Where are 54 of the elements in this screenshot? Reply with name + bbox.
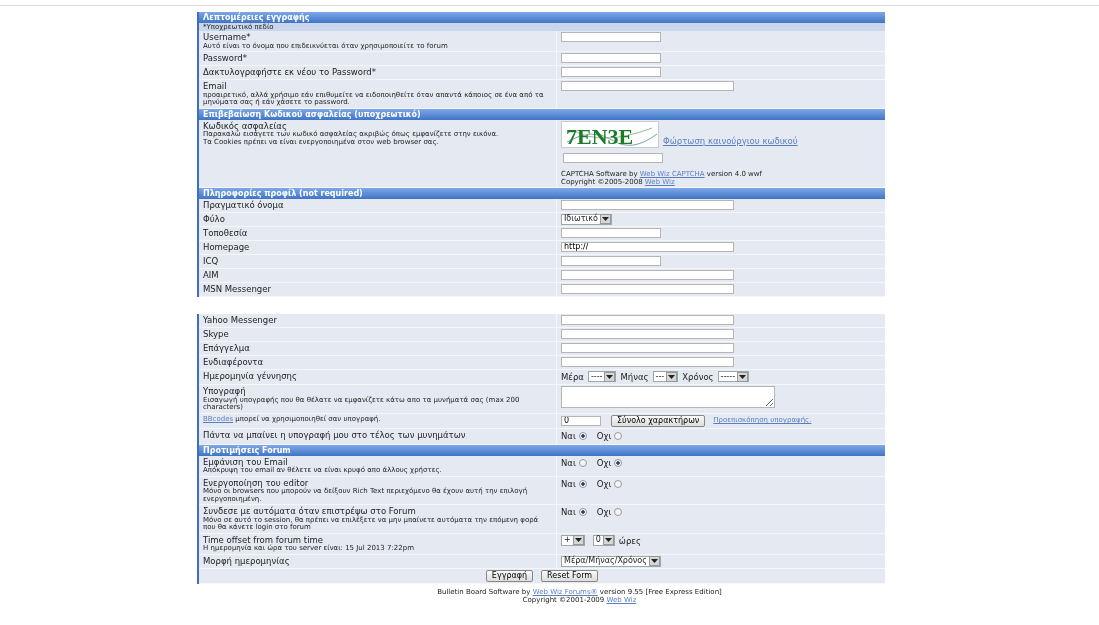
field-label: Πάντα να μπαίνει η υπογραφή μου στο τέλος των μυνημάτων bbox=[203, 429, 467, 441]
date-label: Μέρα bbox=[561, 370, 584, 384]
field-label: AIM bbox=[203, 269, 220, 280]
field-label: Υπογραφή bbox=[203, 386, 246, 397]
field-label: MSN Messenger bbox=[203, 283, 272, 294]
field-label: Εμφάνιση του Email bbox=[203, 456, 288, 467]
field-label: Email bbox=[203, 81, 228, 91]
field-label: Ενεργοποίηση του editor bbox=[203, 477, 309, 488]
form-button[interactable]: Reset Form bbox=[541, 569, 599, 582]
option-label: Οχι bbox=[596, 429, 612, 443]
form-button[interactable]: Εγγραφή bbox=[485, 569, 534, 582]
captcha-image: 7EN3E bbox=[561, 120, 659, 148]
field-label: Συνδεσε με αυτόματα όταν επιστρέψω στο Forum bbox=[203, 506, 417, 516]
field-label: Homepage bbox=[203, 241, 251, 252]
option-label: Ναι bbox=[561, 429, 576, 443]
select-field[interactable]: Ιδιωτικό bbox=[561, 213, 612, 225]
option-label: Ναι bbox=[561, 456, 576, 470]
section-header: Επιβεβαίωση Κωδικού ασφαλείας (υποχρεωτικό) bbox=[199, 108, 885, 120]
option-label: Ναι bbox=[561, 506, 576, 519]
field-label: Τοποθεσία bbox=[203, 227, 249, 238]
unit-label: ώρες bbox=[618, 534, 641, 548]
date-label: Χρόνος bbox=[682, 370, 714, 384]
date-label: Μήνας bbox=[620, 370, 649, 384]
counter-field[interactable]: 0 bbox=[561, 415, 601, 426]
select-field[interactable]: + bbox=[561, 534, 585, 546]
option-label: Οχι bbox=[596, 506, 612, 519]
field-label: Password* bbox=[203, 53, 248, 64]
field-label: Μορφή ημερομηνίας bbox=[203, 555, 291, 566]
field-label: Username* bbox=[203, 32, 252, 42]
option-label: Οχι bbox=[596, 477, 612, 491]
field-label: Skype bbox=[203, 328, 230, 339]
field-label: Ενδιαφέροντα bbox=[203, 356, 265, 367]
select-field[interactable]: ----- bbox=[717, 371, 749, 383]
input-field[interactable]: http:// bbox=[561, 241, 734, 252]
field-label: Επάγγελμα bbox=[203, 342, 251, 353]
field-label: Πραγματικό όνομα bbox=[203, 199, 285, 210]
field-label: Yahoo Messenger bbox=[203, 314, 278, 325]
option-label: Οχι bbox=[596, 456, 612, 470]
field-label: Ημερομηνία γέννησης bbox=[203, 370, 298, 381]
reload-link[interactable]: Φώρτωση καινούργιου κωδικού bbox=[663, 134, 798, 148]
section-header: Προτιμήσεις Forum bbox=[199, 444, 885, 456]
select-field[interactable]: 0 bbox=[592, 534, 615, 546]
section-header: Πληροφορίες προφίλ (not required) bbox=[199, 187, 885, 199]
count-button[interactable]: Σύνολο χαρακτήρων bbox=[611, 414, 706, 427]
select-field[interactable]: ---- bbox=[587, 371, 617, 383]
field-label: Δακτυλογραφήστε εκ νέου το Password* bbox=[203, 67, 377, 78]
field-label: Φύλο bbox=[203, 213, 226, 224]
select-field[interactable]: --- bbox=[652, 371, 679, 383]
field-label: Time offset from forum time bbox=[203, 534, 324, 545]
section-header: Λεπτομέρειες εγγραφής bbox=[199, 12, 885, 23]
select-field[interactable]: Μέρα/Μήνας/Χρόνος bbox=[561, 555, 661, 567]
option-label: Ναι bbox=[561, 477, 576, 491]
field-label: ICQ bbox=[203, 255, 220, 266]
field-label: Κωδικός ασφαλείας bbox=[203, 120, 288, 131]
